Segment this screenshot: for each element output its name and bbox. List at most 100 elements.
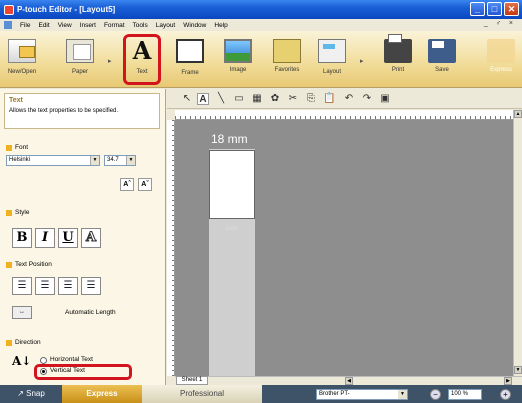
vertical-text-highlight bbox=[34, 364, 132, 380]
zoom-value: 100 % bbox=[451, 391, 469, 397]
menu-tools[interactable]: Tools bbox=[129, 22, 152, 29]
print-label: Print bbox=[391, 67, 405, 73]
frame-label: Frame bbox=[181, 70, 199, 76]
bar-code-icon[interactable]: ▦ bbox=[251, 93, 263, 105]
undo-icon[interactable]: ↶ bbox=[343, 93, 355, 105]
horizontal-text-label[interactable]: Horizontal Text bbox=[50, 356, 93, 363]
frame-button[interactable]: Frame bbox=[172, 37, 208, 83]
sheet-tab[interactable]: Sheet 1 bbox=[176, 376, 208, 385]
shrink-font-button[interactable]: Aˇ bbox=[138, 178, 152, 191]
align-center-button[interactable]: ☰ bbox=[35, 277, 55, 295]
bold-button[interactable]: B bbox=[12, 228, 32, 248]
section-bullet-icon bbox=[6, 209, 12, 216]
image-button[interactable]: Image bbox=[220, 37, 256, 83]
paper-icon bbox=[66, 39, 94, 63]
select-arrow-icon[interactable]: ↖ bbox=[181, 93, 193, 105]
save-label: Save bbox=[435, 67, 449, 73]
scroll-left-icon[interactable]: ◀ bbox=[345, 377, 353, 385]
save-button[interactable]: Save bbox=[426, 37, 458, 83]
chevron-down-icon[interactable]: ▼ bbox=[90, 156, 99, 165]
express-mode-tab[interactable]: Express bbox=[62, 385, 142, 403]
text-position-section-header: Text Position bbox=[6, 261, 52, 268]
app-icon[interactable] bbox=[4, 4, 14, 15]
font-size-value: 34.7 bbox=[107, 157, 119, 163]
print-area[interactable] bbox=[209, 150, 255, 219]
line-tool-icon[interactable]: ╲ bbox=[215, 93, 227, 105]
menu-layout[interactable]: Layout bbox=[152, 22, 180, 29]
frame-icon bbox=[176, 39, 204, 63]
automatic-length-label: Automatic Length bbox=[65, 309, 116, 316]
automatic-length-button[interactable]: ↔ bbox=[12, 306, 32, 319]
menu-view[interactable]: View bbox=[54, 22, 76, 29]
menu-file[interactable]: File bbox=[16, 22, 34, 29]
chevron-right-icon: ▸ bbox=[108, 58, 112, 65]
print-button[interactable]: Print bbox=[382, 34, 414, 83]
align-left-button[interactable]: ☰ bbox=[12, 277, 32, 295]
window-title: P-touch Editor - [Layout5] bbox=[17, 5, 116, 14]
mdi-controls[interactable]: _ ♂ × bbox=[484, 20, 516, 27]
scroll-up-icon[interactable]: ▲ bbox=[514, 110, 522, 118]
zoom-icon[interactable]: ▣ bbox=[379, 93, 391, 105]
italic-button[interactable]: I bbox=[35, 228, 55, 248]
font-name-value: Helsinki bbox=[9, 157, 31, 163]
section-bullet-icon bbox=[6, 261, 12, 268]
menu-window[interactable]: Window bbox=[179, 22, 210, 29]
auto-length-marker: Auto bbox=[225, 226, 238, 232]
menu-help[interactable]: Help bbox=[210, 22, 231, 29]
new-open-button[interactable]: New/Open bbox=[4, 37, 40, 83]
scroll-down-icon[interactable]: ▼ bbox=[514, 366, 522, 374]
zoom-select[interactable]: 100 % bbox=[448, 389, 482, 400]
style-section-label: Style bbox=[15, 209, 30, 216]
menu-insert[interactable]: Insert bbox=[76, 22, 100, 29]
horizontal-scrollbar[interactable]: ◀ ▶ bbox=[175, 376, 522, 385]
maximize-button[interactable]: □ bbox=[487, 2, 502, 16]
redo-icon[interactable]: ↷ bbox=[361, 93, 373, 105]
printer-icon bbox=[384, 34, 412, 63]
horizontal-text-radio[interactable] bbox=[40, 357, 47, 364]
align-justify-button[interactable]: ☰ bbox=[81, 277, 101, 295]
font-size-select[interactable]: 34.7 ▼ bbox=[104, 155, 136, 166]
chevron-down-icon[interactable]: ▼ bbox=[398, 390, 407, 399]
text-tool-icon[interactable]: A bbox=[197, 93, 209, 105]
snap-icon: ↗ bbox=[17, 389, 27, 398]
new-open-label: New/Open bbox=[7, 69, 37, 75]
section-bullet-icon bbox=[6, 144, 12, 151]
underline-button[interactable]: U bbox=[58, 228, 78, 248]
layout-icon bbox=[318, 39, 346, 63]
menu-format[interactable]: Format bbox=[100, 22, 129, 29]
menu-edit[interactable]: Edit bbox=[34, 22, 53, 29]
zoom-out-icon[interactable]: − bbox=[430, 389, 441, 400]
snap-mode-button[interactable]: ↗ Snap bbox=[0, 385, 62, 403]
document-icon[interactable] bbox=[4, 21, 12, 29]
vertical-scrollbar[interactable]: ▲ ▼ bbox=[513, 110, 522, 376]
align-right-button[interactable]: ☰ bbox=[58, 277, 78, 295]
express-button[interactable]: Express bbox=[484, 37, 518, 83]
scroll-right-icon[interactable]: ▶ bbox=[504, 377, 512, 385]
paste-icon[interactable]: 📋 bbox=[323, 93, 335, 105]
rectangle-tool-icon[interactable]: ▭ bbox=[233, 93, 245, 105]
copy-icon[interactable]: ⎘ bbox=[305, 93, 317, 105]
font-name-select[interactable]: Helsinki ▼ bbox=[6, 155, 100, 166]
favorites-button[interactable]: Favorites bbox=[268, 37, 306, 83]
text-button-highlight bbox=[123, 34, 161, 85]
text-position-section-label: Text Position bbox=[15, 261, 52, 268]
chevron-down-icon[interactable]: ▼ bbox=[126, 156, 135, 165]
clip-art-icon[interactable]: ✿ bbox=[269, 93, 281, 105]
outline-button[interactable]: A bbox=[81, 228, 101, 248]
cut-icon[interactable]: ✂ bbox=[287, 93, 299, 105]
printer-select[interactable]: Brother PT- ▼ bbox=[316, 389, 408, 400]
paper-button[interactable]: Paper bbox=[62, 37, 98, 83]
zoom-in-icon[interactable]: + bbox=[500, 389, 511, 400]
close-button[interactable]: ✕ bbox=[504, 2, 519, 16]
professional-mode-tab[interactable]: Professional bbox=[142, 385, 262, 403]
title-bar: P-touch Editor - [Layout5] _ □ ✕ bbox=[0, 0, 522, 19]
status-bar: ↗ Snap Express Professional bbox=[0, 385, 522, 403]
minimize-button[interactable]: _ bbox=[470, 2, 485, 16]
length-arrows-icon: ↔ bbox=[19, 309, 25, 315]
font-section-label: Font bbox=[15, 144, 29, 151]
grow-font-button[interactable]: Aˆ bbox=[120, 178, 134, 191]
align-left-icon: ☰ bbox=[17, 280, 27, 291]
pane-description: Allows the text properties to be specifi… bbox=[9, 108, 119, 114]
chevron-right-icon: ▸ bbox=[360, 58, 364, 65]
layout-button[interactable]: Layout bbox=[316, 37, 348, 83]
